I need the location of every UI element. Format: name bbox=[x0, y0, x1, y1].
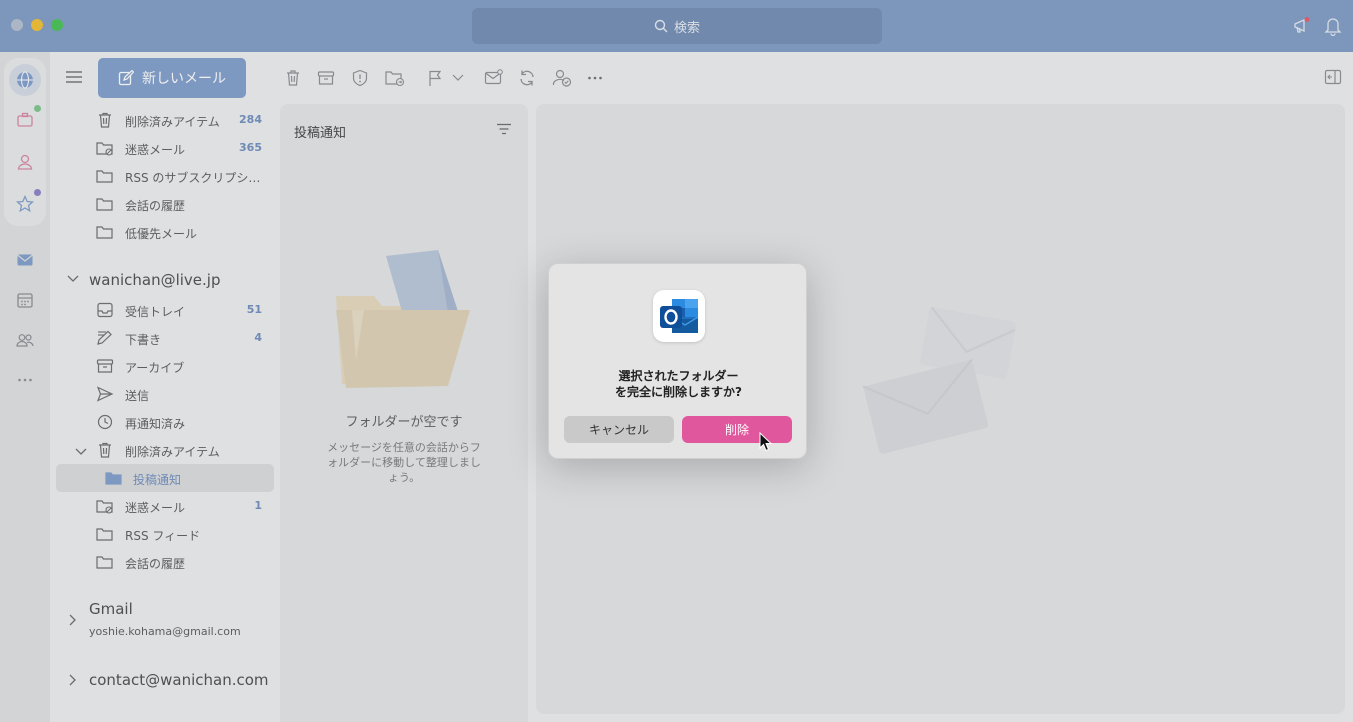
cancel-button[interactable]: キャンセル bbox=[564, 416, 674, 443]
dialog-message-line: 選択されたフォルダー bbox=[618, 369, 739, 383]
dialog-message-line: を完全に削除しますか? bbox=[615, 385, 742, 399]
mouse-cursor-icon bbox=[759, 432, 773, 452]
delete-folder-dialog: 選択されたフォルダー を完全に削除しますか? キャンセル 削除 bbox=[548, 263, 807, 459]
delete-button[interactable]: 削除 bbox=[682, 416, 792, 443]
outlook-app-icon bbox=[653, 290, 705, 342]
dialog-message: 選択されたフォルダー を完全に削除しますか? bbox=[549, 368, 808, 400]
